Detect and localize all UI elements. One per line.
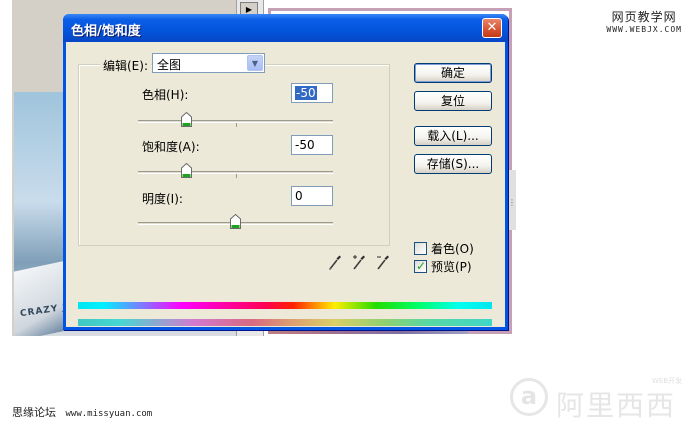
- watermark-forum-name: 思缘论坛: [12, 406, 56, 419]
- saturation-slider-thumb[interactable]: [181, 163, 193, 178]
- hue-input[interactable]: -50: [291, 83, 333, 103]
- preview-label: 预览(P): [431, 260, 472, 274]
- watermark-logo-icon: a: [510, 378, 548, 416]
- watermark-top: 网页教学网 WWW.WEBJX.COM: [606, 8, 682, 34]
- watermark-top-title: 网页教学网: [611, 10, 677, 24]
- checkmark-icon: ✓: [416, 259, 427, 273]
- hue-label: 色相(H):: [142, 88, 189, 102]
- preview-checkbox-box[interactable]: ✓: [414, 259, 427, 273]
- lightness-label: 明度(I):: [142, 192, 183, 206]
- save-button[interactable]: 存储(S)...: [414, 154, 492, 174]
- watermark-forum-url: www.missyuan.com: [65, 409, 153, 419]
- watermark-bottom-left: 思缘论坛 www.missyuan.com: [12, 404, 152, 420]
- edit-range-select[interactable]: 全图 ▼: [152, 53, 265, 73]
- load-button[interactable]: 载入(L)...: [414, 126, 492, 146]
- lightness-input[interactable]: 0: [291, 186, 333, 206]
- chevron-down-icon[interactable]: ▼: [247, 55, 263, 71]
- eyedropper-icon[interactable]: [328, 254, 342, 270]
- eyedropper-plus-icon[interactable]: [352, 254, 366, 270]
- dialog-body: 编辑(E): 全图 ▼ 色相(H): -50 饱和度(A): -50 明度(I)…: [66, 42, 505, 327]
- dialog-title: 色相/饱和度: [71, 24, 141, 39]
- watermark-logo-small: WEB开发: [652, 377, 683, 385]
- close-button[interactable]: ✕: [482, 18, 502, 38]
- output-color-ramp: [78, 319, 492, 326]
- watermark-logo-text: 阿里西西: [556, 389, 677, 422]
- edit-label: 编辑(E):: [100, 57, 151, 74]
- saturation-label: 饱和度(A):: [142, 140, 200, 154]
- input-color-ramp: [78, 302, 492, 309]
- lightness-slider-thumb[interactable]: [230, 214, 241, 229]
- edit-range-value: 全图: [157, 58, 182, 72]
- dialog-titlebar[interactable]: 色相/饱和度 ✕: [63, 14, 508, 42]
- reset-button[interactable]: 复位: [414, 91, 492, 111]
- hue-value: -50: [295, 86, 317, 100]
- saturation-value: -50: [295, 138, 315, 152]
- ok-button[interactable]: 确定: [414, 63, 492, 83]
- colorize-checkbox-box[interactable]: [414, 242, 427, 255]
- eyedropper-minus-icon[interactable]: [376, 254, 390, 270]
- hue-slider-thumb[interactable]: [181, 112, 193, 127]
- watermark-top-url: WWW.WEBJX.COM: [606, 25, 682, 34]
- saturation-input[interactable]: -50: [291, 135, 333, 155]
- hue-slider-tick: [236, 123, 237, 127]
- hue-saturation-dialog: 色相/饱和度 ✕ 编辑(E): 全图 ▼ 色相(H): -50 饱和度(A): …: [63, 14, 508, 330]
- grip-icon: ⋮: [508, 198, 516, 207]
- colorize-label: 着色(O): [431, 242, 474, 256]
- saturation-slider-tick: [236, 174, 237, 178]
- lightness-value: 0: [295, 189, 303, 203]
